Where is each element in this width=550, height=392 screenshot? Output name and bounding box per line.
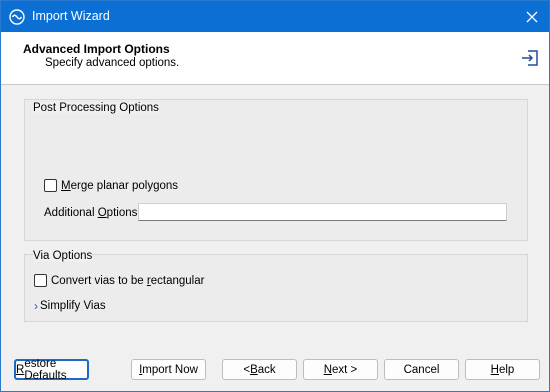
title-bar[interactable]: Import Wizard: [1, 1, 549, 32]
additional-options-input[interactable]: [138, 203, 507, 221]
cancel-button[interactable]: Cancel: [384, 359, 459, 380]
page-subtitle: Specify advanced options.: [45, 57, 180, 69]
import-now-button[interactable]: Import Now: [131, 359, 206, 380]
chevron-right-icon: ›: [34, 299, 38, 313]
back-button[interactable]: < Back: [222, 359, 297, 380]
post-processing-label: Post Processing Options: [33, 102, 159, 114]
convert-checkbox-label: Convert vias to be rectangular: [51, 274, 205, 287]
convert-checkbox-box[interactable]: [34, 274, 47, 287]
page-title: Advanced Import Options: [23, 42, 170, 56]
restore-defaults-button[interactable]: Restore Defaults: [14, 358, 89, 382]
simplify-vias-expander[interactable]: › Simplify Vias: [34, 299, 106, 313]
convert-vias-rectangular-checkbox[interactable]: Convert vias to be rectangular: [34, 274, 204, 287]
next-button[interactable]: Next >: [303, 359, 378, 380]
help-button[interactable]: Help: [465, 359, 540, 380]
merge-checkbox-box[interactable]: [44, 179, 57, 192]
merge-planar-polygons-checkbox[interactable]: Merge planar polygons: [44, 179, 178, 192]
exit-icon[interactable]: [520, 49, 540, 67]
additional-options-label: Additional Options: [44, 207, 138, 219]
close-icon: [526, 11, 538, 22]
merge-checkbox-label: Merge planar polygons: [61, 179, 179, 192]
window-title: Import Wizard: [32, 9, 110, 23]
import-wizard-window: Import Wizard Advanced Import Options Sp…: [0, 0, 550, 392]
wizard-header: Advanced Import Options Specify advanced…: [1, 32, 549, 85]
via-options-label: Via Options: [33, 250, 93, 262]
close-button[interactable]: [515, 1, 549, 32]
app-logo-icon: [9, 9, 25, 25]
simplify-vias-label: Simplify Vias: [40, 300, 106, 312]
